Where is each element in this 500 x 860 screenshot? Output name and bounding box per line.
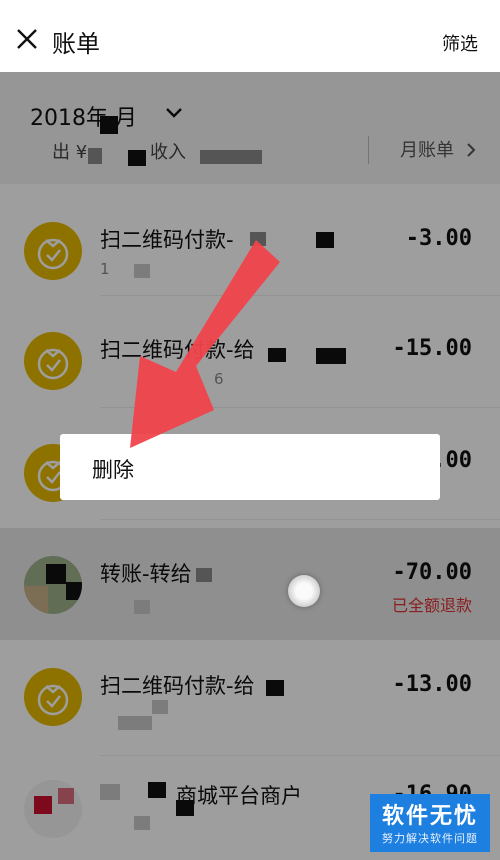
delete-menu-item[interactable]: 删除 (92, 454, 134, 484)
filter-button[interactable]: 筛选 (442, 30, 478, 56)
watermark-title: 软件无忧 (381, 804, 478, 829)
watermark-logo: 软件无忧 努力解决软件问题 (370, 794, 490, 852)
context-menu: 删除 (60, 434, 440, 500)
top-bar: 账单 筛选 (0, 0, 500, 72)
page-title: 账单 (52, 30, 100, 58)
close-icon[interactable] (14, 26, 40, 52)
touch-indicator (288, 575, 320, 607)
watermark-subtitle: 努力解决软件问题 (382, 832, 478, 845)
